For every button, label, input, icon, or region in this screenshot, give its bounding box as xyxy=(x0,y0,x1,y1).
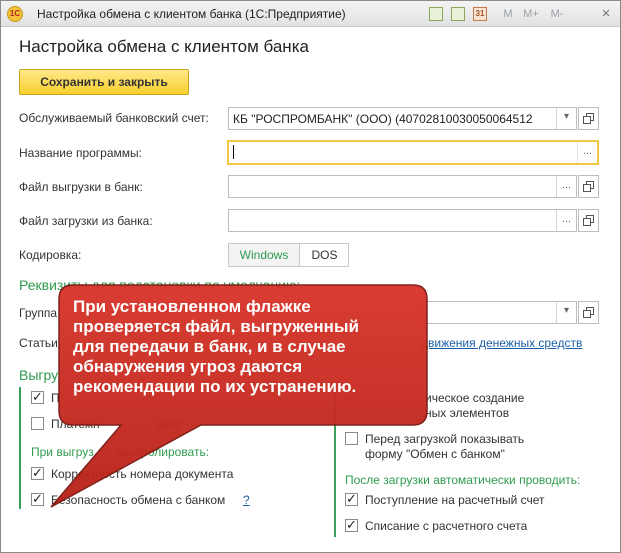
open-account-icon[interactable] xyxy=(578,107,599,130)
open-group-icon[interactable] xyxy=(578,301,599,324)
auto-post-label: После загрузки автоматически проводить: xyxy=(345,473,581,487)
callout-line-2: проверяется файл, выгруженный xyxy=(73,317,359,336)
import-file-select-button[interactable]: ... xyxy=(556,210,576,231)
upload-checkbox-2[interactable] xyxy=(31,417,44,430)
account-value: КБ "РОСПРОМБАНК" (ООО) (4070281003005006… xyxy=(233,112,533,126)
memory-plus-button[interactable]: M+ xyxy=(521,5,541,23)
callout-line-4: обнаружения угроз даются xyxy=(73,357,303,376)
help-icon[interactable]: ? xyxy=(243,493,250,507)
upload-checkbox-1-label: П xyxy=(51,391,60,405)
export-file-label: Файл выгрузки в банк: xyxy=(19,180,143,194)
callout-line-5: рекомендации по их устранению. xyxy=(73,377,357,396)
exchange-security-label: Безопасность обмена с банком xyxy=(51,493,226,507)
exchange-security-checkbox[interactable] xyxy=(31,491,44,507)
upload-checkbox-2-label-tail: ание xyxy=(155,417,182,431)
window-title: Настройка обмена с клиентом банка (1С:Пр… xyxy=(37,7,346,21)
receipt-posting-label: Поступление на расчетный счет xyxy=(365,493,545,507)
save-and-close-button[interactable]: Сохранить и закрыть xyxy=(19,69,189,95)
title-bar: 1С Настройка обмена с клиентом банка (1С… xyxy=(1,1,620,27)
app-logo-icon[interactable]: 1С xyxy=(7,6,23,22)
upload-checkbox-1[interactable] xyxy=(31,389,44,405)
writeoff-posting-checkbox[interactable] xyxy=(345,517,358,533)
chevron-down-icon[interactable]: ▾ xyxy=(556,108,576,129)
memory-minus-button[interactable]: M- xyxy=(547,5,567,23)
open-export-file-icon[interactable] xyxy=(578,175,599,198)
group-field[interactable]: ▾ xyxy=(421,301,577,324)
callout-text: При установленном флажке проверяется фай… xyxy=(73,297,423,397)
memory-m-button[interactable]: M xyxy=(501,5,515,23)
auto-create-label-line1: ическое создание xyxy=(425,391,525,405)
show-exchange-form-label-line1: Перед загрузкой показывать xyxy=(365,432,525,446)
text-caret xyxy=(233,145,234,159)
account-label: Обслуживаемый банковский счет: xyxy=(19,111,209,125)
export-file-field[interactable]: ... xyxy=(228,175,577,198)
cash-flow-articles-link[interactable]: движения денежных средств xyxy=(421,336,582,350)
encoding-toggle: Windows DOS xyxy=(228,243,349,267)
form-title: Настройка обмена с клиентом банка xyxy=(19,37,309,56)
doc-number-label: Корректность номера документа xyxy=(51,467,234,481)
settings-window: 1С Настройка обмена с клиентом банка (1С… xyxy=(0,0,621,553)
program-field[interactable]: ... xyxy=(227,140,599,165)
callout-line-3: для передачи в банк, и в случае xyxy=(73,337,346,356)
program-select-button[interactable]: ... xyxy=(577,142,597,163)
account-field[interactable]: КБ "РОСПРОМБАНК" (ООО) (4070281003005006… xyxy=(228,107,577,130)
show-exchange-form-checkbox[interactable] xyxy=(345,432,358,445)
group-label: Группа xyxy=(19,306,58,320)
calculator-icon[interactable] xyxy=(451,7,465,21)
import-file-label: Файл загрузки из банка: xyxy=(19,214,153,228)
defaults-section-title: Реквизиты для подстановки по умолчанию: xyxy=(19,277,301,293)
close-icon[interactable]: × xyxy=(599,5,613,23)
encoding-windows-option[interactable]: Windows xyxy=(229,244,300,266)
chevron-down-icon[interactable]: ▾ xyxy=(556,302,576,323)
doc-number-checkbox[interactable] xyxy=(31,465,44,481)
upload-control-label-tail: контролировать: xyxy=(117,445,210,459)
callout-line-1: При установленном флажке xyxy=(73,297,311,316)
export-file-select-button[interactable]: ... xyxy=(556,176,576,197)
show-exchange-form-label-line2: форму "Обмен с банком" xyxy=(365,447,505,461)
upload-checkbox-2-label: Платежн xyxy=(51,417,100,431)
articles-label: Статьи xyxy=(19,336,58,350)
encoding-label: Кодировка: xyxy=(19,248,82,262)
load-group-line xyxy=(334,387,336,537)
auto-create-label-line2: ных элементов xyxy=(425,406,510,420)
open-import-file-icon[interactable] xyxy=(578,209,599,232)
upload-group-line xyxy=(19,387,21,509)
encoding-dos-option[interactable]: DOS xyxy=(301,244,348,266)
calendar-icon[interactable]: 31 xyxy=(473,7,487,21)
import-file-field[interactable]: ... xyxy=(228,209,577,232)
writeoff-posting-label: Списание с расчетного счета xyxy=(365,519,528,533)
receipt-posting-checkbox[interactable] xyxy=(345,491,358,507)
upload-control-label: При выгруз xyxy=(31,445,94,459)
program-label: Название программы: xyxy=(19,146,142,160)
upload-section-title: Выгру xyxy=(19,367,59,383)
save-window-icon[interactable] xyxy=(429,7,443,21)
